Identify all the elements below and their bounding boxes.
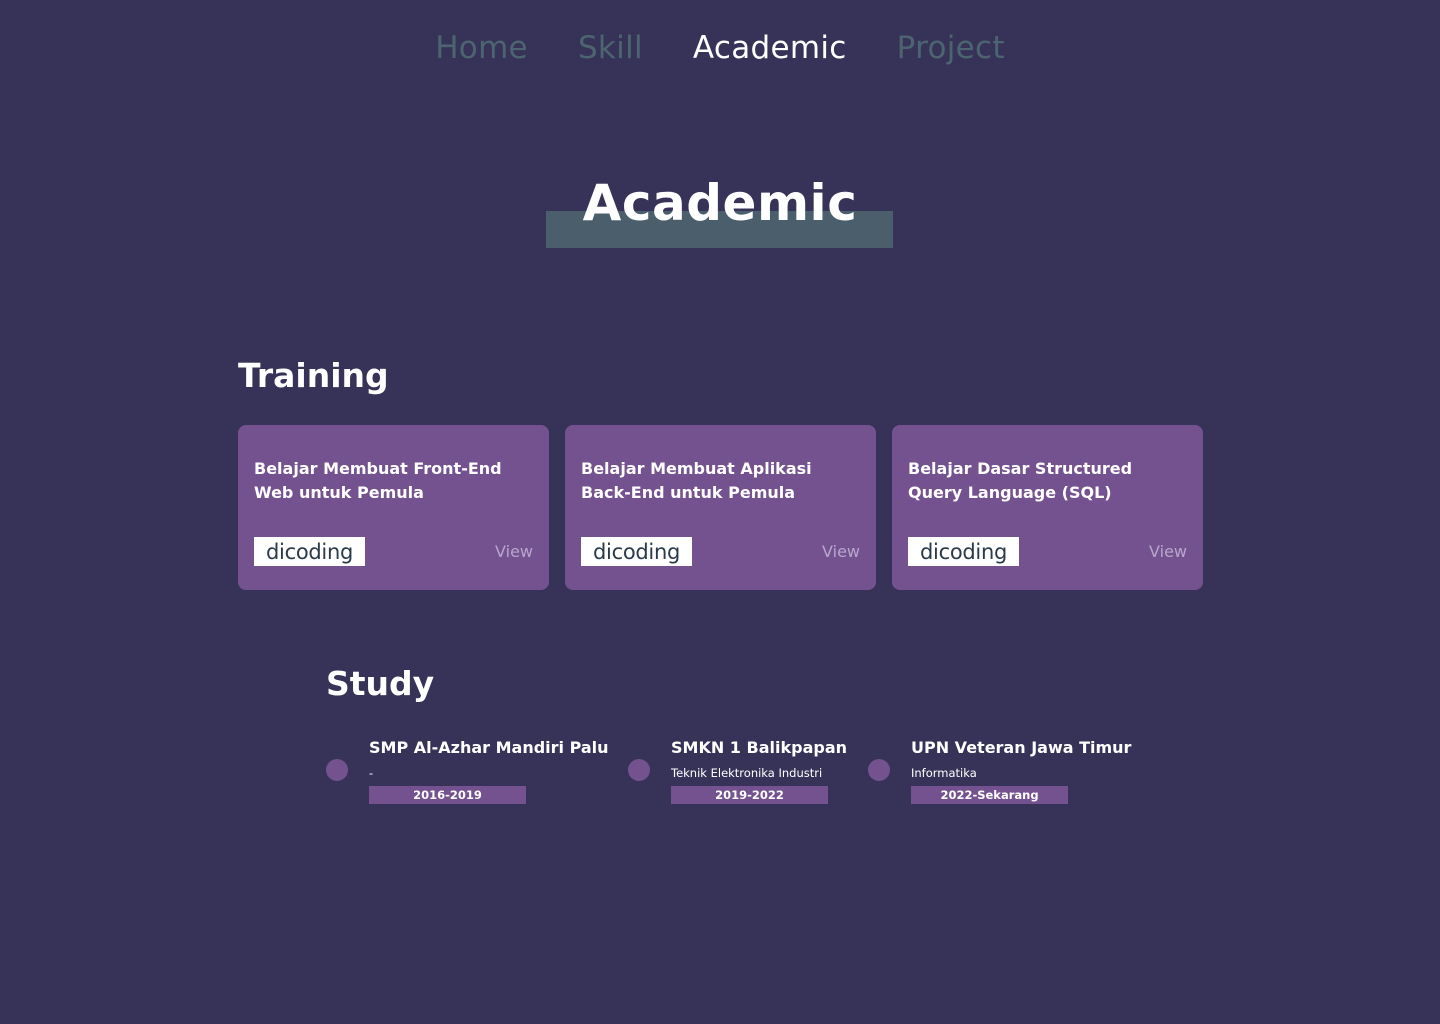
logo-text: dicoding xyxy=(266,539,353,564)
training-card: Belajar Dasar Structured Query Language … xyxy=(892,425,1203,590)
training-cards: Belajar Membuat Front-End Web untuk Pemu… xyxy=(238,425,1203,590)
study-school: SMP Al-Azhar Mandiri Palu xyxy=(369,738,609,757)
study-major: - xyxy=(369,766,374,780)
logo-text: dicoding xyxy=(593,539,680,564)
study-years-badge: 2022-Sekarang xyxy=(911,786,1068,804)
view-link[interactable]: View xyxy=(495,542,533,561)
study-heading: Study xyxy=(326,664,435,703)
study-years-badge: 2019-2022 xyxy=(671,786,828,804)
training-heading: Training xyxy=(238,356,389,395)
dicoding-logo: dicoding xyxy=(581,537,692,566)
view-link[interactable]: View xyxy=(1149,542,1187,561)
study-school: UPN Veteran Jawa Timur xyxy=(911,738,1132,757)
timeline-dot xyxy=(326,759,348,781)
nav-home[interactable]: Home xyxy=(435,30,528,66)
nav-skill[interactable]: Skill xyxy=(578,30,643,66)
training-card: Belajar Membuat Aplikasi Back-End untuk … xyxy=(565,425,876,590)
academic-page: Home Skill Academic Project Academic Tra… xyxy=(0,0,1440,1024)
nav-project[interactable]: Project xyxy=(897,30,1005,66)
training-card-title: Belajar Membuat Front-End Web untuk Pemu… xyxy=(254,459,502,502)
dicoding-logo: dicoding xyxy=(908,537,1019,566)
view-link[interactable]: View xyxy=(822,542,860,561)
top-nav: Home Skill Academic Project xyxy=(0,30,1440,66)
study-major: Informatika xyxy=(911,766,977,780)
study-years-badge: 2016-2019 xyxy=(369,786,526,804)
page-title: Academic xyxy=(582,174,858,232)
page-header: Academic xyxy=(0,172,1440,252)
training-card-title: Belajar Dasar Structured Query Language … xyxy=(908,459,1133,502)
logo-text: dicoding xyxy=(920,539,1007,564)
study-school: SMKN 1 Balikpapan xyxy=(671,738,847,757)
timeline-dot xyxy=(868,759,890,781)
training-card-title: Belajar Membuat Aplikasi Back-End untuk … xyxy=(581,459,812,502)
training-card: Belajar Membuat Front-End Web untuk Pemu… xyxy=(238,425,549,590)
timeline-dot xyxy=(628,759,650,781)
dicoding-logo: dicoding xyxy=(254,537,365,566)
nav-academic[interactable]: Academic xyxy=(693,30,847,66)
study-major: Teknik Elektronika Industri xyxy=(671,766,823,780)
